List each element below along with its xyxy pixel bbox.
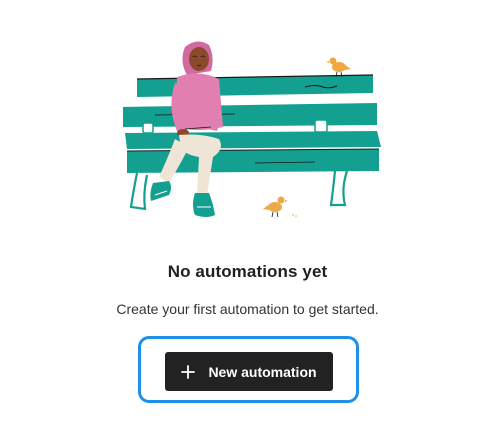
empty-state-panel: No automations yet Create your first aut… <box>0 0 495 447</box>
plus-icon <box>181 364 196 379</box>
new-automation-button[interactable]: New automation <box>165 352 333 391</box>
bench-illustration <box>123 41 381 218</box>
new-automation-label: New automation <box>208 363 317 380</box>
empty-state-description: Create your first automation to get star… <box>116 301 379 317</box>
empty-state-title: No automations yet <box>167 262 328 281</box>
